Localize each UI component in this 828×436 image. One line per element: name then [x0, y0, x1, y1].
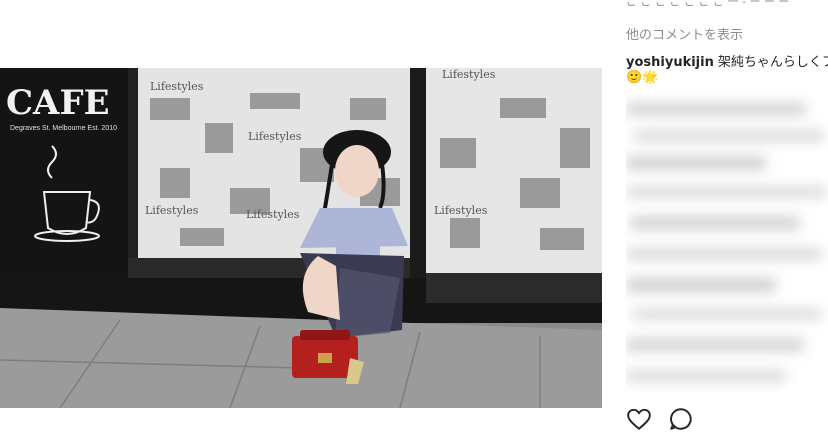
window-text-5: Lifestyles: [442, 68, 496, 81]
blurred-comments: [626, 92, 828, 402]
window-text-3: Lifestyles: [145, 204, 199, 217]
post-media-area: CAFE Degraves St. Melbourne Est. 2010 Li…: [0, 0, 610, 434]
cafe-sign-subtitle: Degraves St. Melbourne Est. 2010: [10, 125, 117, 132]
window-text-6: Lifestyles: [434, 204, 488, 217]
comment-username[interactable]: yoshiyukijin: [626, 55, 714, 70]
post-photo[interactable]: CAFE Degraves St. Melbourne Est. 2010 Li…: [0, 68, 602, 408]
comment-item: yoshiyukijin 架純ちゃんらしくフ: [626, 51, 828, 70]
window-text-1: Lifestyles: [150, 80, 204, 93]
view-more-comments-link[interactable]: 他のコメントを表示: [626, 24, 743, 43]
window-text-2: Lifestyles: [248, 130, 302, 143]
photo-illustration: CAFE Degraves St. Melbourne Est. 2010 Li…: [0, 68, 602, 408]
comments-sidebar: ご ご ご ご ご ご ご 一 - ー ー ー 他のコメントを表示 yoshiy…: [610, 0, 828, 434]
comment-text: 架純ちゃんらしくフ: [717, 55, 828, 70]
comment-bubble-icon[interactable]: [668, 406, 696, 434]
cropped-comment-line: ご ご ご ご ご ご ご 一 - ー ー ー: [626, 0, 790, 8]
heart-icon[interactable]: [626, 406, 654, 434]
comment-emojis: 🙂🌟: [626, 70, 659, 85]
cafe-sign-title: CAFE: [6, 83, 110, 123]
window-text-4: Lifestyles: [246, 208, 300, 221]
